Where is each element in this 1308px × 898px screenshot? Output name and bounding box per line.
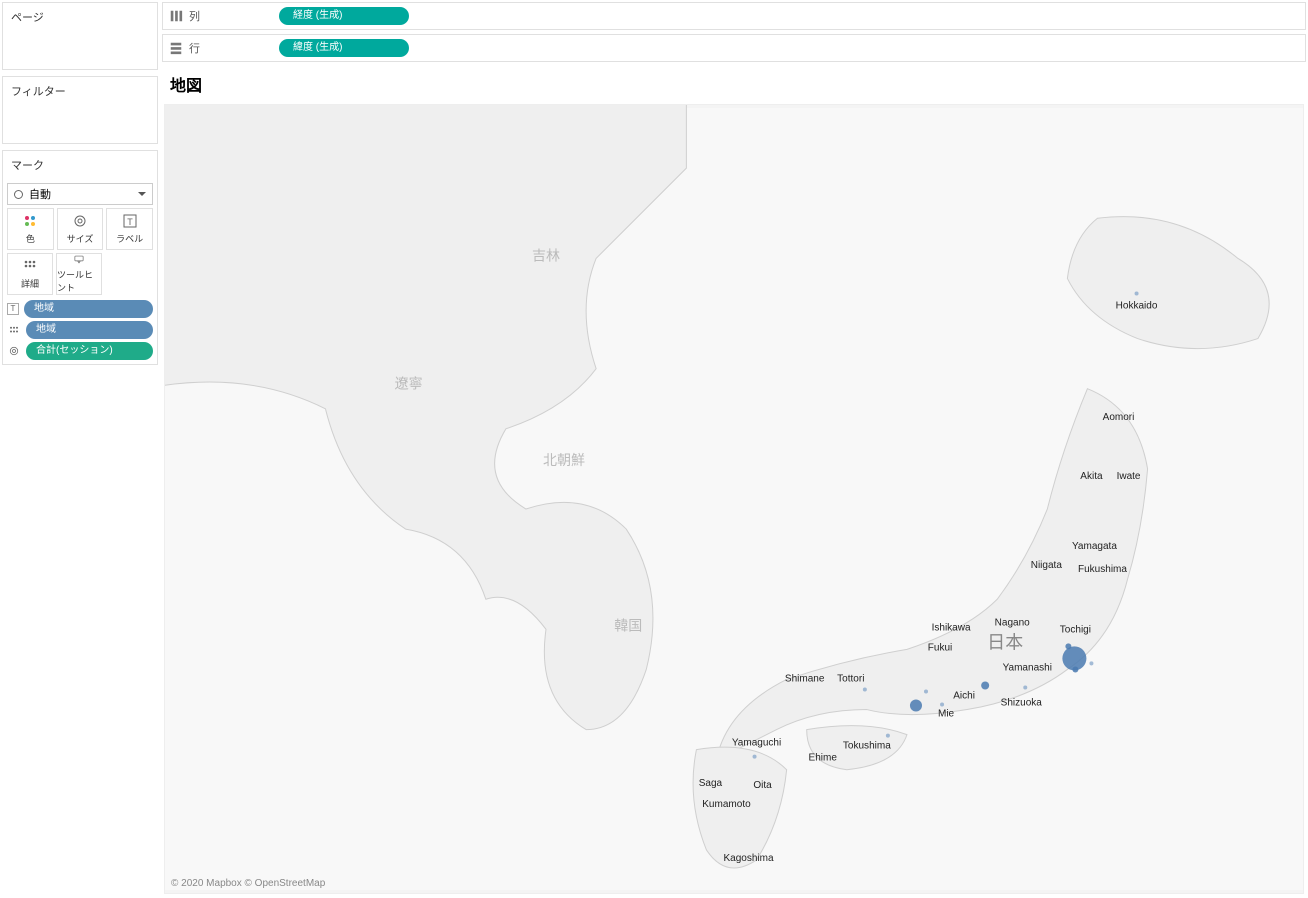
map-region-label: 日本 bbox=[987, 632, 1023, 652]
mark-pill-label: 地域 bbox=[26, 321, 153, 339]
map-prefecture-label: Niigata bbox=[1031, 560, 1063, 571]
map-prefecture-label: Oita bbox=[753, 780, 772, 791]
viz-title: 地図 bbox=[160, 64, 1308, 100]
mark-pill-item[interactable]: 地域 bbox=[7, 321, 153, 339]
map-data-point[interactable] bbox=[940, 703, 944, 707]
map-prefecture-label: Aichi bbox=[953, 691, 975, 702]
marks-detail-button[interactable]: 詳細 bbox=[7, 253, 53, 295]
map-region-label: 北朝鮮 bbox=[543, 452, 585, 468]
marks-tooltip-button[interactable]: ツールヒント bbox=[56, 253, 102, 295]
marks-label-button[interactable]: T ラベル bbox=[106, 208, 153, 250]
sidebar: ページ フィルター マーク 自動 色 bbox=[0, 0, 160, 898]
map-prefecture-label: Kumamoto bbox=[702, 799, 751, 810]
mark-pill-label: 地域 bbox=[24, 300, 153, 318]
map-region-label: 吉林 bbox=[532, 247, 560, 263]
marks-size-button[interactable]: サイズ bbox=[57, 208, 104, 250]
map-data-point[interactable] bbox=[924, 690, 928, 694]
map-data-point[interactable] bbox=[1072, 666, 1078, 672]
map-prefecture-label: Yamagata bbox=[1072, 541, 1117, 552]
filters-panel: フィルター bbox=[2, 76, 158, 144]
mark-pill-list: T 地域 地域 合計(セッション) bbox=[7, 300, 153, 360]
map-prefecture-label: Tottori bbox=[837, 673, 864, 684]
map-canvas[interactable]: 吉林遼寧北朝鮮韓国日本 Hokkaido Aomori Akita Iwate Yama… bbox=[164, 104, 1304, 894]
map-prefecture-label: Hokkaido bbox=[1116, 300, 1158, 311]
columns-label: 列 bbox=[189, 8, 200, 24]
map-prefecture-label: Mie bbox=[938, 709, 955, 720]
size-icon bbox=[72, 213, 88, 229]
map-prefecture-label: Ishikawa bbox=[932, 622, 971, 633]
color-icon bbox=[22, 213, 38, 229]
label-T-icon: T bbox=[7, 303, 19, 315]
map-prefecture-label: Aomori bbox=[1103, 412, 1135, 423]
marks-detail-label: 詳細 bbox=[21, 277, 39, 290]
mark-pill-item[interactable]: T 地域 bbox=[7, 300, 153, 318]
map-prefecture-label: Fukui bbox=[928, 642, 953, 653]
mark-pill-label: 合計(セッション) bbox=[26, 342, 153, 360]
marks-label-label: ラベル bbox=[116, 232, 143, 245]
circle-icon bbox=[14, 190, 23, 199]
map-data-point[interactable] bbox=[1135, 291, 1139, 295]
map-prefecture-label: Fukushima bbox=[1078, 564, 1127, 575]
map-prefecture-label: Saga bbox=[699, 778, 723, 789]
marks-dropdown-value: 自動 bbox=[29, 186, 51, 202]
marks-panel: マーク 自動 色 サイズ bbox=[2, 150, 158, 365]
marks-type-select[interactable]: 自動 bbox=[7, 183, 153, 205]
detail-dots-icon bbox=[7, 324, 21, 336]
map-prefecture-label: Shizuoka bbox=[1001, 698, 1043, 709]
map-prefecture-label: Tokushima bbox=[843, 741, 891, 752]
map-data-point[interactable] bbox=[1023, 685, 1027, 689]
map-prefecture-label: Iwate bbox=[1117, 471, 1141, 482]
rows-label: 行 bbox=[189, 40, 200, 56]
svg-text:T: T bbox=[127, 217, 133, 227]
columns-icon bbox=[169, 9, 183, 23]
map-data-point[interactable] bbox=[886, 734, 890, 738]
detail-icon bbox=[22, 258, 38, 274]
rows-shelf[interactable]: 行 緯度 (生成) bbox=[162, 34, 1306, 62]
marks-color-button[interactable]: 色 bbox=[7, 208, 54, 250]
map-prefecture-label: Akita bbox=[1080, 471, 1103, 482]
map-prefecture-label: Kagoshima bbox=[723, 853, 774, 864]
rows-pill[interactable]: 緯度 (生成) bbox=[279, 39, 409, 57]
marks-tooltip-label: ツールヒント bbox=[57, 268, 101, 294]
mark-pill-item[interactable]: 合計(セッション) bbox=[7, 342, 153, 360]
chevron-down-icon bbox=[138, 192, 146, 196]
map-prefecture-label: Tochigi bbox=[1060, 624, 1091, 635]
tooltip-icon bbox=[71, 254, 87, 265]
filters-label: フィルター bbox=[3, 77, 157, 105]
map-prefecture-label: Yamaguchi bbox=[732, 738, 781, 749]
columns-shelf[interactable]: 列 経度 (生成) bbox=[162, 2, 1306, 30]
size-ring-icon bbox=[7, 345, 21, 357]
map-data-point[interactable] bbox=[910, 700, 922, 712]
label-icon: T bbox=[122, 213, 138, 229]
map-prefecture-label: Yamanashi bbox=[1003, 662, 1052, 673]
columns-pill[interactable]: 経度 (生成) bbox=[279, 7, 409, 25]
main-area: 列 経度 (生成) 行 緯度 (生成) 地図 吉林遼寧北 bbox=[160, 0, 1308, 898]
map-data-point[interactable] bbox=[1089, 661, 1093, 665]
map-data-point[interactable] bbox=[981, 681, 989, 689]
map-data-point[interactable] bbox=[863, 687, 867, 691]
map-data-point[interactable] bbox=[1065, 643, 1071, 649]
map-prefecture-label: Nagano bbox=[995, 617, 1031, 628]
rows-icon bbox=[169, 41, 183, 55]
map-prefecture-label: Ehime bbox=[809, 753, 838, 764]
map-data-point[interactable] bbox=[753, 755, 757, 759]
pages-label: ページ bbox=[3, 3, 157, 31]
marks-label: マーク bbox=[3, 151, 157, 179]
map-svg: 吉林遼寧北朝鮮韓国日本 Hokkaido Aomori Akita Iwate Yama… bbox=[165, 105, 1303, 893]
marks-size-label: サイズ bbox=[67, 232, 94, 245]
map-region-label: 韓国 bbox=[614, 617, 642, 633]
map-attribution: © 2020 Mapbox © OpenStreetMap bbox=[171, 878, 325, 889]
marks-color-label: 色 bbox=[26, 232, 35, 245]
pages-panel: ページ bbox=[2, 2, 158, 70]
map-region-label: 遼寧 bbox=[395, 376, 423, 392]
map-prefecture-label: Shimane bbox=[785, 673, 825, 684]
